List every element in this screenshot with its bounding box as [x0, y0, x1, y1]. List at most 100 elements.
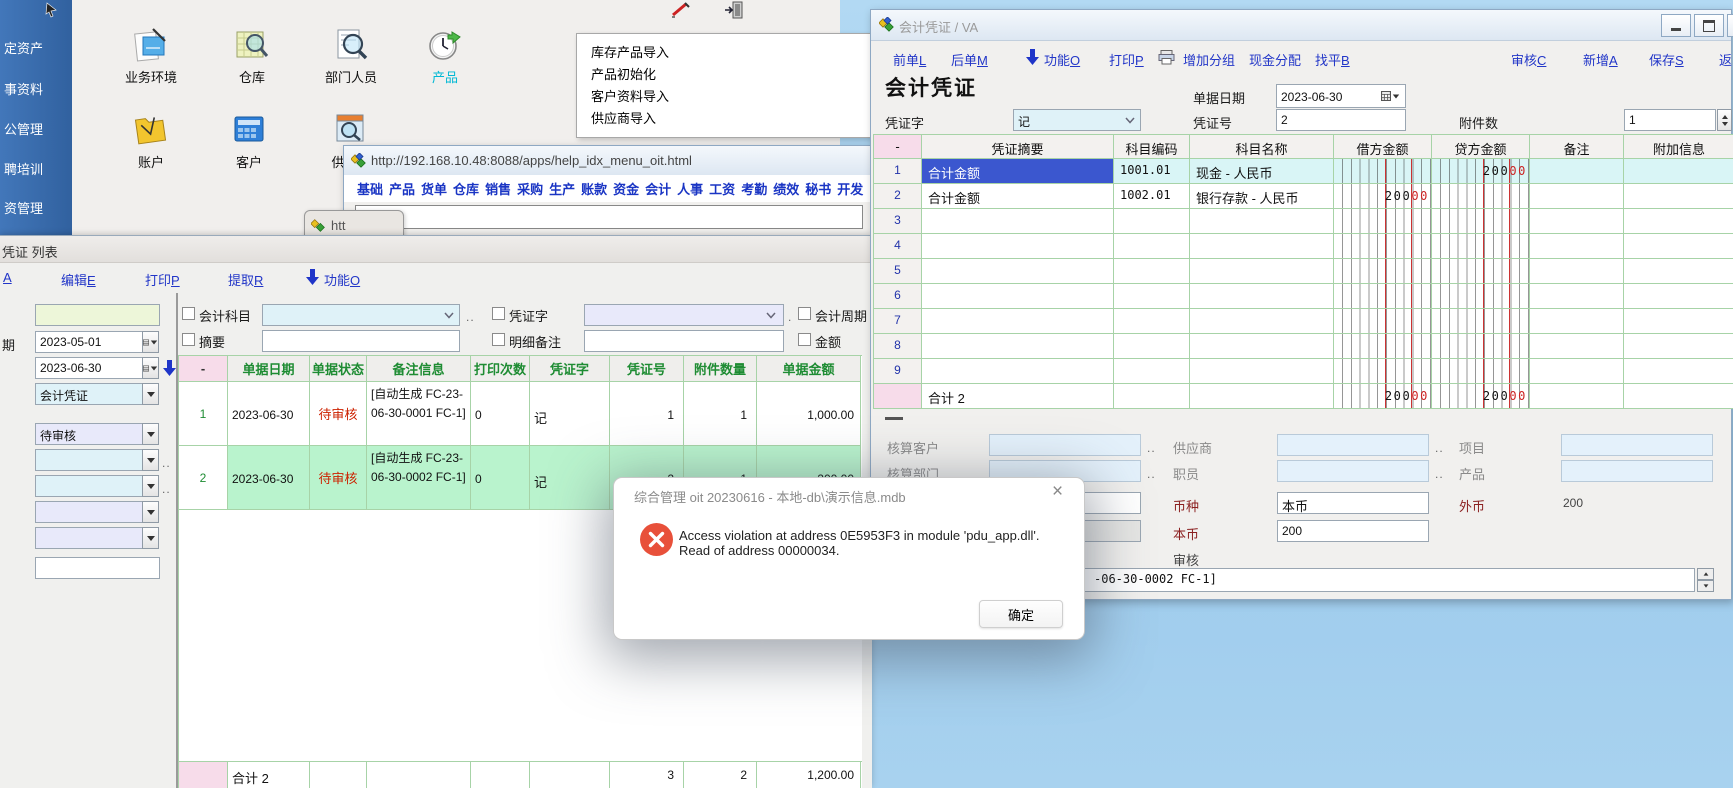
filter-input-bottom[interactable] — [35, 557, 160, 579]
menu-item-customer-import[interactable]: 客户资料导入 — [591, 86, 669, 105]
account-icon[interactable] — [132, 110, 170, 148]
printer-icon[interactable] — [1158, 50, 1175, 65]
customer-input[interactable] — [989, 434, 1141, 456]
product-input[interactable] — [1561, 460, 1713, 482]
menu-item-stock-import[interactable]: 库存产品导入 — [591, 42, 669, 61]
quick-filter-input[interactable] — [35, 304, 160, 326]
grid-row[interactable]: 5 — [874, 259, 1733, 284]
grid-row[interactable]: 3 — [874, 209, 1733, 234]
grid-row[interactable]: 9 — [874, 359, 1733, 384]
supplier-icon[interactable] — [332, 110, 370, 148]
voucher-word-combo[interactable]: 记 — [1013, 109, 1141, 131]
audit-button[interactable]: 审核C — [1511, 50, 1546, 69]
menu-sales[interactable]: 销售 — [485, 179, 511, 198]
chevron-down-icon[interactable] — [444, 312, 454, 319]
menu-accounts[interactable]: 账款 — [581, 179, 607, 198]
menu-warehouse[interactable]: 仓库 — [453, 179, 479, 198]
date-from-field[interactable]: 2023-05-01 — [35, 331, 143, 353]
detail-note-checkbox[interactable] — [492, 333, 505, 346]
account-combo[interactable] — [262, 304, 460, 326]
attach-spinner[interactable] — [1717, 109, 1732, 131]
print-button[interactable]: 打印P — [145, 270, 180, 289]
sidebar-item-office-mgmt[interactable]: 公管理 — [4, 119, 43, 138]
grid-row[interactable]: 8 — [874, 334, 1733, 359]
account-checkbox[interactable] — [182, 307, 195, 320]
icon-label[interactable]: 仓库 — [207, 67, 297, 86]
filter-combo-4[interactable] — [35, 475, 143, 497]
doc-type-dropdown-button[interactable] — [142, 383, 159, 405]
filter-combo-4-dropdown[interactable] — [142, 475, 159, 497]
icon-label[interactable]: 部门人员 — [306, 67, 396, 86]
browser-titlebar[interactable]: http://192.168.10.48:8088/apps/help_idx_… — [344, 146, 871, 176]
product-icon[interactable] — [426, 26, 464, 64]
menu-dev[interactable]: 开发 — [837, 179, 863, 198]
doc-date-calendar-button[interactable] — [1376, 85, 1405, 107]
extract-button[interactable]: 提取R — [228, 270, 263, 289]
icon-label[interactable]: 业务环境 — [106, 67, 196, 86]
local-currency-input[interactable]: 200 — [1277, 520, 1429, 542]
save-button[interactable]: 保存S — [1649, 50, 1684, 69]
menu-production[interactable]: 生产 — [549, 179, 575, 198]
amount-checkbox[interactable] — [798, 333, 811, 346]
sidebar-item-hr-data[interactable]: 事资料 — [4, 79, 43, 98]
voucher-word-combo[interactable] — [584, 304, 784, 326]
status-combo[interactable]: 待审核 — [35, 423, 143, 445]
project-input[interactable] — [1561, 434, 1713, 456]
browse-dots[interactable]: .. — [1147, 441, 1156, 455]
voucher-word-checkbox[interactable] — [492, 307, 505, 320]
sidebar-item-payroll-mgmt[interactable]: 资管理 — [4, 198, 43, 217]
menu-funds[interactable]: 资金 — [613, 179, 639, 198]
menu-payroll[interactable]: 工资 — [709, 179, 735, 198]
summary-input[interactable] — [262, 330, 460, 352]
voucher-no-input[interactable]: 2 — [1276, 109, 1406, 131]
function-menu-button[interactable]: 功能O — [1044, 50, 1080, 69]
summary-checkbox[interactable] — [182, 333, 195, 346]
ok-button[interactable]: 确定 — [979, 600, 1063, 628]
add-new-button[interactable]: 新增A — [1583, 50, 1618, 69]
sidebar-item-recruit-training[interactable]: 聘培训 — [4, 159, 43, 178]
browse-dots[interactable]: .. — [162, 456, 171, 470]
close-icon[interactable]: × — [1052, 481, 1063, 503]
browse-dots[interactable]: .. — [1435, 441, 1444, 455]
menu-accounting[interactable]: 会计 — [645, 179, 671, 198]
back-button[interactable]: 返回 — [1719, 50, 1733, 69]
edit-button[interactable]: 编辑E — [61, 270, 96, 289]
address-bar[interactable] — [355, 205, 863, 229]
customer-icon[interactable] — [230, 110, 268, 148]
toolbar-remnant-a[interactable]: A — [3, 270, 12, 285]
employee-input[interactable] — [1277, 460, 1429, 482]
menu-orders[interactable]: 货单 — [421, 179, 447, 198]
print-button[interactable]: 打印P — [1109, 50, 1144, 69]
menu-item-supplier-import[interactable]: 供应商导入 — [591, 108, 656, 127]
browse-dots[interactable]: .. — [1435, 467, 1444, 481]
filter-combo-5-dropdown[interactable] — [142, 501, 159, 523]
warehouse-icon[interactable] — [233, 26, 271, 64]
filter-combo-5[interactable] — [35, 501, 143, 523]
exit-door-icon[interactable] — [724, 1, 746, 19]
grid-row[interactable]: 7 — [874, 309, 1733, 334]
grid-row[interactable]: 6 — [874, 284, 1733, 309]
browse-dots[interactable]: .. — [1147, 467, 1156, 481]
prev-doc-button[interactable]: 前单L — [893, 50, 926, 69]
menu-product[interactable]: 产品 — [389, 179, 415, 198]
doc-type-combo[interactable]: 会计凭证 — [35, 383, 143, 405]
date-from-calendar-button[interactable] — [142, 331, 159, 353]
cash-allocate-button[interactable]: 现金分配 — [1249, 50, 1301, 69]
attach-count-input[interactable]: 1 — [1624, 109, 1716, 131]
menu-item-product-init[interactable]: 产品初始化 — [591, 64, 656, 83]
list-titlebar[interactable]: 凭证 列表 — [0, 236, 872, 263]
filter-combo-3-dropdown[interactable] — [142, 449, 159, 471]
browse-dots[interactable]: .. — [162, 482, 171, 496]
table-row[interactable]: 1 2023-06-30 待审核 [自动生成 FC-23-06-30-0001 … — [179, 382, 862, 446]
browse-dot[interactable]: . — [788, 310, 792, 324]
menu-secretary[interactable]: 秘书 — [805, 179, 831, 198]
memo-scroll-up[interactable] — [1697, 568, 1714, 580]
period-checkbox[interactable] — [798, 307, 811, 320]
icon-label[interactable]: 产品 — [400, 67, 490, 86]
collapse-dash[interactable] — [885, 417, 903, 420]
date-to-field[interactable]: 2023-06-30 — [35, 357, 143, 379]
menu-performance[interactable]: 绩效 — [773, 179, 799, 198]
minimize-button[interactable] — [1661, 14, 1691, 37]
browse-dots[interactable]: .. — [466, 310, 475, 324]
va-titlebar[interactable]: 会计凭证 / VA — [871, 10, 1731, 41]
